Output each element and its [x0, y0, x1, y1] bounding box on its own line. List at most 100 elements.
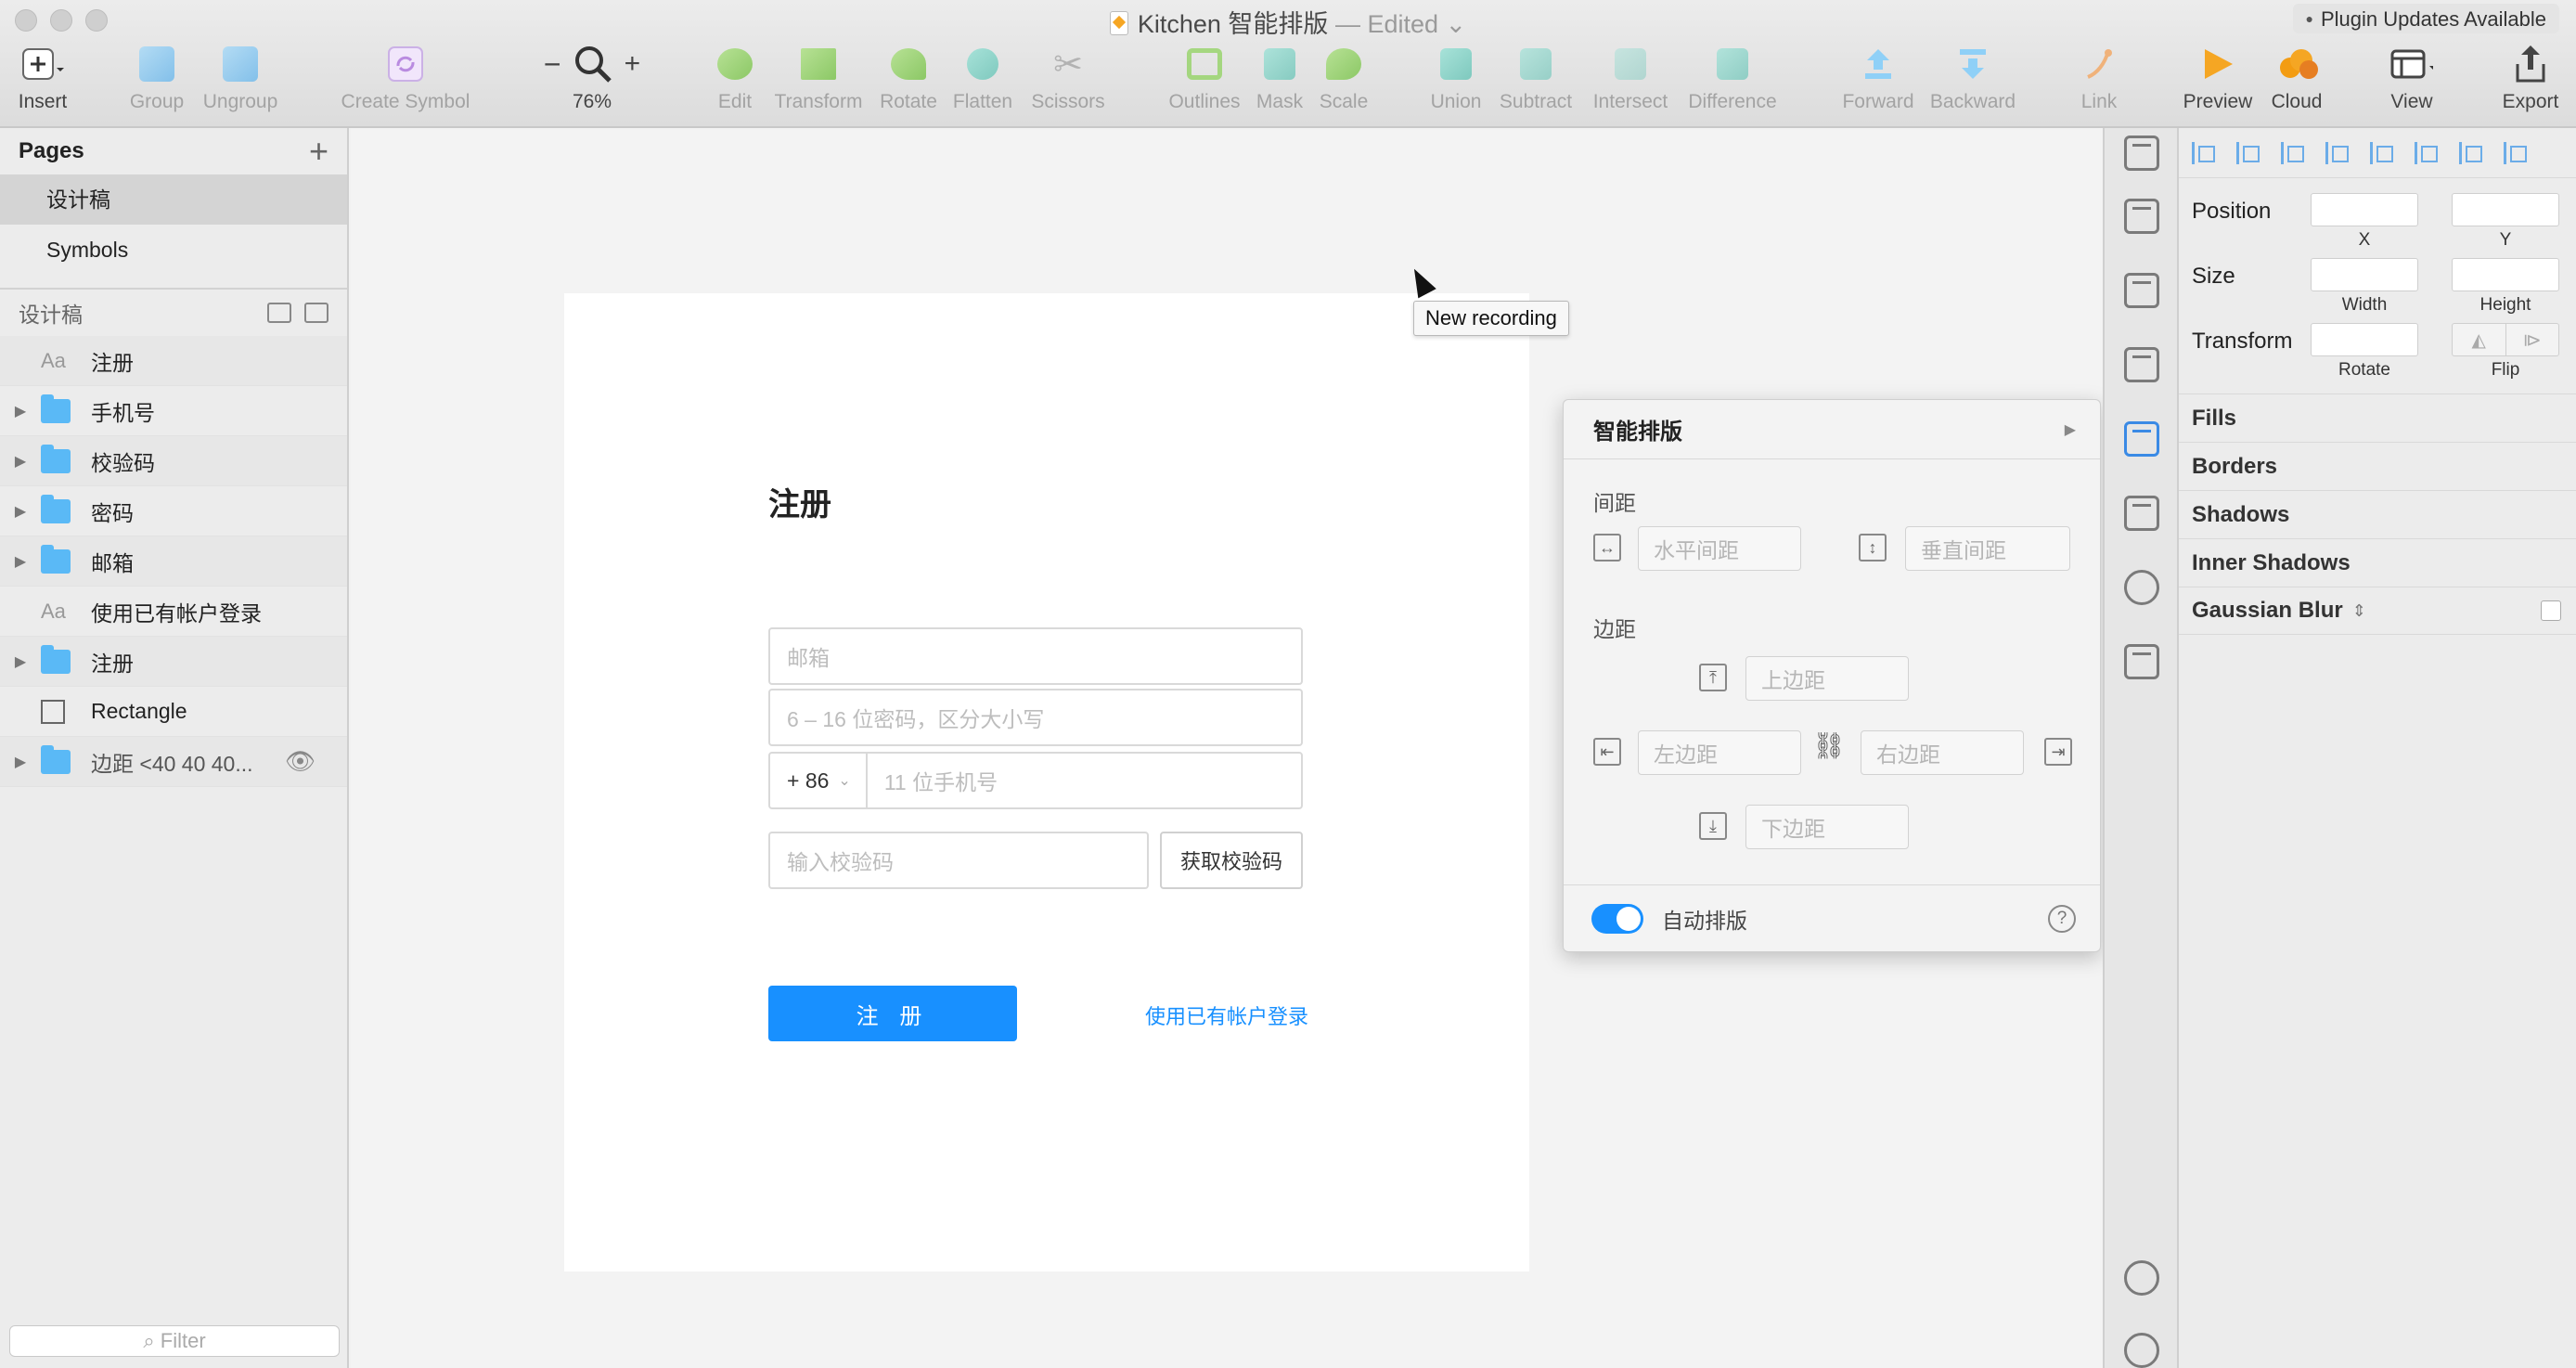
chain-link-icon[interactable]: ⛓: [1812, 730, 1846, 761]
list-view-icon[interactable]: [267, 303, 291, 323]
disclosure-triangle-icon[interactable]: ▶: [0, 452, 41, 471]
country-code-select[interactable]: + 86 ⌄: [787, 754, 868, 807]
ungroup-button[interactable]: Ungroup: [199, 43, 282, 113]
disclosure-triangle-icon[interactable]: ▶: [0, 753, 41, 771]
link-button[interactable]: Link: [2073, 43, 2125, 113]
help-icon[interactable]: ?: [2048, 904, 2076, 933]
difference-button[interactable]: Difference: [1683, 43, 1782, 113]
scissors-button[interactable]: ✂ Scissors: [1024, 43, 1112, 113]
preview-button[interactable]: Preview: [2181, 43, 2255, 113]
collapse-layers-icon[interactable]: [304, 303, 328, 323]
edited-status[interactable]: — Edited: [1335, 10, 1438, 38]
vertical-spacing-input[interactable]: 垂直间距: [1905, 526, 2070, 571]
outlines-button[interactable]: Outlines: [1166, 43, 1243, 113]
cloud-button[interactable]: Cloud: [2266, 43, 2327, 113]
disclosure-triangle-icon[interactable]: ▶: [0, 652, 41, 671]
login-link[interactable]: 使用已有帐户登录: [1145, 1000, 1308, 1030]
layer-row[interactable]: ▶ 手机号: [0, 386, 347, 436]
page-item-design[interactable]: 设计稿: [0, 174, 347, 225]
distribute-vertical-icon[interactable]: [2236, 141, 2260, 164]
scale-button[interactable]: Scale: [1316, 43, 1372, 113]
palette-icon[interactable]: [2124, 570, 2159, 605]
align-top-icon[interactable]: [2415, 141, 2438, 164]
layer-row[interactable]: Aa 使用已有帐户登录: [0, 587, 347, 637]
intersect-button[interactable]: Intersect: [1587, 43, 1674, 113]
layer-row[interactable]: ▶ 邮箱: [0, 536, 347, 587]
gaussian-blur-section[interactable]: Gaussian Blur ⇕: [2179, 587, 2576, 635]
layer-row[interactable]: ▶ 密码: [0, 486, 347, 536]
flip-horizontal-icon[interactable]: ◭: [2453, 324, 2506, 355]
borders-section[interactable]: Borders: [2179, 442, 2576, 490]
flip-vertical-icon[interactable]: ⧐: [2506, 324, 2559, 355]
email-field[interactable]: 邮箱: [768, 627, 1303, 685]
artboard[interactable]: 注册 邮箱 6 – 16 位密码，区分大小写 + 86 ⌄ 11 位手机号 输入校…: [564, 293, 1529, 1271]
blur-checkbox[interactable]: [2541, 600, 2561, 621]
layout-settings-icon[interactable]: [2124, 136, 2159, 171]
union-button[interactable]: Union: [1427, 43, 1485, 113]
panel-header[interactable]: 智能排版 ▶: [1564, 400, 2100, 459]
insert-button[interactable]: Insert: [13, 43, 72, 113]
disclosure-triangle-icon[interactable]: ▶: [0, 502, 41, 521]
width-input[interactable]: [2311, 258, 2418, 291]
triangle-right-icon[interactable]: ▶: [2065, 420, 2076, 439]
transform-button[interactable]: Transform: [770, 43, 867, 113]
horizontal-spacing-input[interactable]: 水平间距: [1638, 526, 1801, 571]
swap-icon[interactable]: [2124, 273, 2159, 308]
align-middle-icon[interactable]: [2459, 141, 2482, 164]
left-margin-input[interactable]: 左边距: [1638, 730, 1801, 775]
chevron-down-icon[interactable]: ⌄: [1446, 10, 1467, 38]
register-button[interactable]: 注 册: [768, 986, 1017, 1041]
symbol-star-icon[interactable]: [2124, 496, 2159, 531]
subtract-button[interactable]: Subtract: [1496, 43, 1576, 113]
page-item-symbols[interactable]: Symbols: [0, 225, 347, 275]
zoom-out-button[interactable]: −: [544, 47, 561, 82]
bottom-margin-input[interactable]: 下边距: [1745, 805, 1909, 849]
disclosure-triangle-icon[interactable]: ▶: [0, 402, 41, 420]
layer-row[interactable]: ▶ 注册: [0, 637, 347, 687]
help-icon[interactable]: [2124, 1260, 2159, 1296]
layer-row[interactable]: Rectangle: [0, 687, 347, 737]
flatten-button[interactable]: Flatten: [948, 43, 1017, 113]
edit-button[interactable]: Edit: [709, 43, 761, 113]
get-code-button[interactable]: 获取校验码: [1160, 832, 1303, 889]
disclosure-triangle-icon[interactable]: ▶: [0, 552, 41, 571]
forward-button[interactable]: Forward: [1841, 43, 1915, 113]
create-symbol-button[interactable]: Create Symbol: [338, 43, 473, 113]
view-button[interactable]: View: [2381, 43, 2442, 113]
layer-row[interactable]: Aa 注册: [0, 336, 347, 386]
auto-layout-toggle[interactable]: [1591, 903, 1643, 934]
eye-icon[interactable]: 👁: [285, 747, 316, 776]
layer-row[interactable]: ▶ 校验码: [0, 436, 347, 486]
add-page-button[interactable]: +: [309, 135, 328, 168]
plugin-updates-badge[interactable]: Plugin Updates Available: [2292, 4, 2559, 33]
height-input[interactable]: [2452, 258, 2559, 291]
grid-icon[interactable]: [2124, 644, 2159, 679]
shadows-section[interactable]: Shadows: [2179, 490, 2576, 538]
smart-layout-icon[interactable]: [2124, 421, 2159, 457]
backward-button[interactable]: Backward: [1926, 43, 2019, 113]
zoom-in-button[interactable]: +: [625, 48, 641, 80]
rotate-button[interactable]: Rotate: [876, 43, 941, 113]
fills-section[interactable]: Fills: [2179, 394, 2576, 442]
updown-chevron-icon[interactable]: ⇕: [2352, 601, 2366, 621]
password-field[interactable]: 6 – 16 位密码，区分大小写: [768, 689, 1303, 746]
right-margin-input[interactable]: 右边距: [1861, 730, 2024, 775]
distribute-horizontal-icon[interactable]: [2192, 141, 2215, 164]
gear-icon[interactable]: [2124, 1333, 2159, 1368]
verification-code-field[interactable]: 输入校验码: [768, 832, 1149, 889]
mask-button[interactable]: Mask: [1253, 43, 1307, 113]
top-margin-input[interactable]: 上边距: [1745, 656, 1909, 701]
export-button[interactable]: Export: [2498, 43, 2563, 113]
align-left-icon[interactable]: [2281, 141, 2304, 164]
align-center-icon[interactable]: [2325, 141, 2349, 164]
align-bottom-icon[interactable]: [2504, 141, 2527, 164]
filter-input[interactable]: ⌕ Filter: [9, 1325, 340, 1357]
position-x-input[interactable]: [2311, 193, 2418, 226]
layer-row[interactable]: ▶ 边距 <40 40 40... 👁: [0, 737, 347, 787]
align-right-icon[interactable]: [2370, 141, 2393, 164]
inner-shadows-section[interactable]: Inner Shadows: [2179, 538, 2576, 587]
phone-field[interactable]: + 86 ⌄ 11 位手机号: [768, 752, 1303, 809]
rotate-input[interactable]: [2311, 323, 2418, 356]
upload-icon[interactable]: [2124, 199, 2159, 234]
position-y-input[interactable]: [2452, 193, 2559, 226]
